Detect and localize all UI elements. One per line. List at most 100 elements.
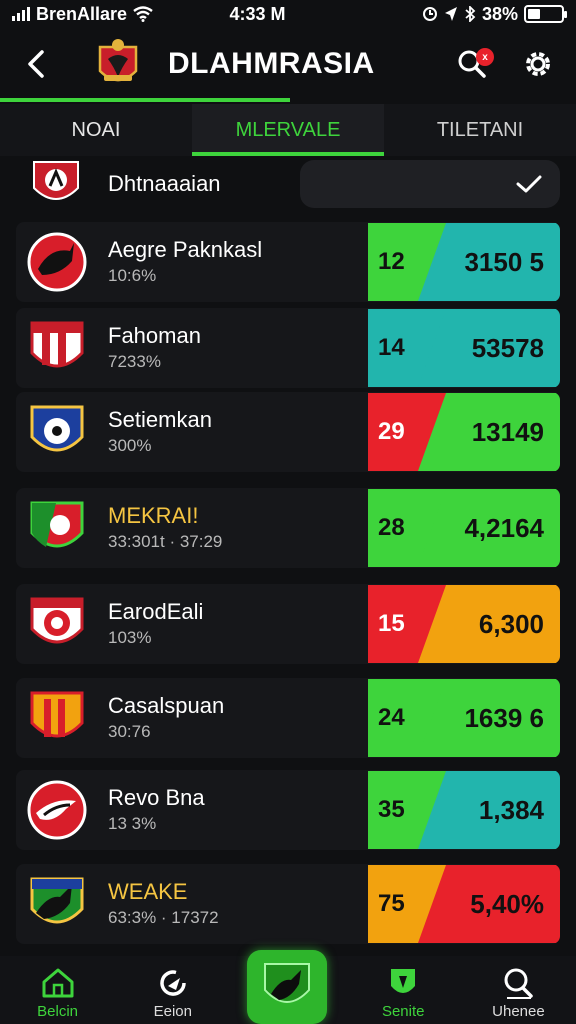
- stat-secondary: 53578: [471, 333, 544, 363]
- stat-secondary: 6,300: [478, 609, 544, 639]
- battery-icon: [523, 5, 567, 23]
- status-right: 38%: [422, 3, 567, 25]
- filter-label: Dhtnaaaian: [108, 171, 221, 196]
- stat-primary: 29: [378, 418, 405, 445]
- home-icon: [42, 968, 74, 998]
- nav-label: Senite: [381, 1003, 425, 1020]
- team-row[interactable]: Fahoman 7233% 14 53578: [16, 308, 560, 388]
- league-badge-icon: [33, 161, 79, 200]
- back-button[interactable]: [18, 46, 54, 82]
- stat-block: 15 6,300: [368, 585, 560, 663]
- blue-ball-shield-icon: [30, 405, 84, 452]
- gear-icon: [526, 52, 550, 76]
- green-wolf-shield-icon: [30, 877, 84, 924]
- team-name: Fahoman: [108, 323, 201, 348]
- battery-percent: 38%: [481, 3, 518, 24]
- stat-secondary: 3150 5: [464, 247, 544, 277]
- nav-label: Uhenee: [492, 1003, 545, 1020]
- stat-primary: 15: [378, 610, 405, 637]
- green-red-shield-icon: [30, 501, 84, 548]
- stat-secondary: 5,40%: [470, 889, 544, 919]
- team-info: MEKRAI! 33:301t · 37:29: [108, 502, 368, 554]
- team-info: WEAKE 63:3% · 17372: [108, 878, 368, 930]
- stat-secondary: 1,384: [478, 795, 544, 825]
- tab-tiletani[interactable]: TILETANI: [384, 104, 576, 156]
- team-row[interactable]: Setiemkan 300% 29 13149: [16, 392, 560, 472]
- bottom-nav: Belcin Eeion Senite Uhenee: [0, 950, 576, 1024]
- bluetooth-icon: [465, 6, 476, 22]
- team-name: Revo Bna: [108, 785, 205, 810]
- stat-block: 12 3150 5: [368, 223, 560, 301]
- nav-item-home[interactable]: Belcin: [0, 956, 115, 1024]
- stat-primary: 14: [378, 334, 405, 361]
- shield-badge-icon: [391, 969, 416, 993]
- status-time: 4:33 M: [229, 3, 286, 24]
- tab-mlervale[interactable]: MLERVALE: [192, 104, 384, 156]
- team-name: Aegre Paknkasl: [108, 237, 263, 262]
- team-info: Setiemkan 300%: [108, 406, 368, 458]
- red-circle-crest-icon: [27, 232, 87, 292]
- stat-block: 28 4,2164: [368, 489, 560, 567]
- team-name: Casalspuan: [108, 693, 225, 718]
- stat-secondary: 13149: [471, 417, 544, 447]
- team-row[interactable]: Casalspuan 30:76 24 1639 6: [16, 678, 560, 758]
- team-info: Aegre Paknkasl 10:6%: [108, 236, 368, 288]
- notification-badge: x: [476, 48, 494, 66]
- red-bird-circle-icon: [27, 780, 87, 840]
- team-row[interactable]: WEAKE 63:3% · 17372 75 5,40%: [16, 864, 560, 944]
- team-info: EarodEali 103%: [108, 598, 368, 650]
- red-ball-shield-icon: [30, 597, 84, 644]
- team-row[interactable]: EarodEali 103% 15 6,300: [16, 584, 560, 664]
- search-button[interactable]: x: [452, 44, 494, 84]
- team-name: EarodEali: [108, 599, 204, 624]
- team-row[interactable]: Aegre Paknkasl 10:6% 12 3150 5: [16, 222, 560, 302]
- club-crest-logo: [98, 39, 138, 82]
- team-info: Casalspuan 30:76: [108, 692, 368, 744]
- stat-block: 29 13149: [368, 393, 560, 471]
- team-subtext: 300%: [108, 436, 152, 455]
- filter-row: Dhtnaaaian: [0, 158, 576, 210]
- stat-primary: 28: [378, 514, 405, 541]
- stat-secondary: 1639 6: [464, 703, 544, 733]
- team-name: WEAKE: [108, 879, 188, 904]
- stat-primary: 35: [378, 796, 405, 823]
- refresh-icon: [160, 970, 186, 996]
- nav-item-center[interactable]: [230, 950, 345, 1024]
- stat-block: 14 53578: [368, 309, 560, 387]
- alarm-icon: [422, 7, 437, 21]
- nav-item-eeion[interactable]: Eeion: [115, 956, 230, 1024]
- team-subtext: 30:76: [108, 722, 151, 741]
- stat-secondary: 4,2164: [464, 513, 544, 543]
- team-info: Fahoman 7233%: [108, 322, 368, 374]
- settings-button[interactable]: [518, 44, 558, 84]
- carrier-name: BrenAllare: [36, 3, 128, 24]
- red-striped-shield-icon: [30, 321, 84, 368]
- team-subtext: 103%: [108, 628, 152, 647]
- team-name: MEKRAI!: [108, 503, 199, 528]
- nav-item-search[interactable]: Uhenee: [461, 956, 576, 1024]
- stat-block: 35 1,384: [368, 771, 560, 849]
- team-row[interactable]: MEKRAI! 33:301t · 37:29 28 4,2164: [16, 488, 560, 568]
- status-left: BrenAllare: [12, 4, 153, 25]
- stat-primary: 24: [378, 704, 405, 731]
- team-subtext: 7233%: [108, 352, 161, 371]
- tab-bar: NOAI MLERVALE TILETANI: [0, 104, 576, 156]
- nav-label: Belcin: [37, 1003, 79, 1020]
- team-subtext: 13 3%: [108, 814, 157, 833]
- stat-primary: 12: [378, 248, 405, 275]
- status-bar: BrenAllare 4:33 M 38%: [0, 0, 576, 28]
- orange-striped-shield-icon: [30, 691, 84, 738]
- wolf-shield-icon: [264, 963, 311, 1003]
- center-action-button[interactable]: [247, 950, 328, 1024]
- team-subtext: 10:6%: [108, 266, 157, 285]
- page-title: DLAHMRASIA: [168, 47, 375, 80]
- team-info: Revo Bna 13 3%: [108, 784, 368, 836]
- nav-label: Eeion: [153, 1003, 192, 1020]
- team-name: Setiemkan: [108, 407, 212, 432]
- team-row[interactable]: Revo Bna 13 3% 35 1,384: [16, 770, 560, 850]
- tab-noai[interactable]: NOAI: [0, 104, 192, 156]
- nav-item-senite[interactable]: Senite: [346, 956, 461, 1024]
- filter-dropdown[interactable]: [300, 160, 560, 208]
- stat-block: 24 1639 6: [368, 679, 560, 757]
- team-subtext: 63:3% · 17372: [108, 908, 219, 927]
